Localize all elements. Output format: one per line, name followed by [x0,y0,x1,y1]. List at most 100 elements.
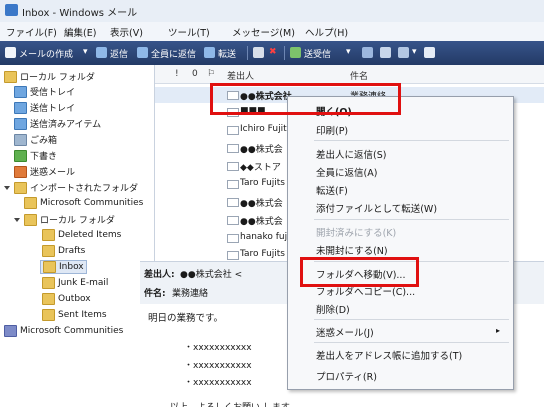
menu-properties[interactable]: プロパティ(R) [316,369,377,383]
folder-label: 送信済みアイテム [30,120,102,130]
flag-column-header[interactable]: ⚐ [207,69,215,79]
reply-button[interactable]: 返信 [110,47,128,60]
tree-inbox-imported[interactable]: Inbox [40,260,87,274]
communities-icon [4,325,17,337]
tree-inbox[interactable]: 受信トレイ [14,85,75,98]
envelope-icon [227,216,239,225]
folder-label: 受信トレイ [30,88,76,98]
tree-drafts[interactable]: 下書き [14,149,57,162]
envelope-icon [227,180,239,189]
menu-file[interactable]: ファイル(F) [6,25,57,39]
contacts-icon[interactable] [362,47,373,58]
tree-outbox[interactable]: 送信トレイ [14,101,75,114]
tree-microsoft-communities[interactable]: Microsoft Communities [4,325,123,337]
send-receive-dropdown[interactable]: ▾ [346,47,351,57]
menu-separator [314,342,509,343]
menu-help[interactable]: ヘルプ(H) [305,25,348,39]
sent-icon [14,117,27,130]
attachment-column-header[interactable]: 0 [192,69,198,79]
folder-icon [24,197,37,209]
tree-deleted-items[interactable]: Deleted Items [42,229,121,241]
folder-label: Deleted Items [58,230,122,240]
subject-column-header[interactable]: 件名 [350,69,368,82]
layout-icon[interactable] [424,47,435,58]
menu-message[interactable]: メッセージ(M) [232,25,295,39]
menu-reply-all[interactable]: 全員に返信(A) [316,165,377,179]
tree-drafts-imported[interactable]: Drafts [42,245,85,257]
menu-delete[interactable]: 削除(D) [316,302,350,316]
reply-all-icon [137,47,148,58]
folder-icon [42,245,55,257]
menu-tools[interactable]: ツール(T) [168,25,210,39]
context-menu: 開く(O) 印刷(P) 差出人に返信(S) 全員に返信(A) 転送(F) 添付フ… [287,96,514,390]
submenu-arrow-icon: ▸ [496,326,501,335]
toolbar-separator [284,46,285,60]
menu-reply-sender[interactable]: 差出人に返信(S) [316,147,386,161]
menu-junk-mail[interactable]: 迷惑メール(J) [316,325,374,339]
menu-mark-unread[interactable]: 未開封にする(N) [316,243,388,257]
find-dropdown[interactable]: ▾ [412,47,417,57]
toolbar: メールの作成 ▾ 返信 全員に返信 転送 ✖ 送受信 ▾ ▾ [0,41,544,65]
tree-trash[interactable]: ごみ箱 [14,133,57,146]
send-receive-button[interactable]: 送受信 [304,47,331,60]
forward-button[interactable]: 転送 [218,47,236,60]
from-column-header[interactable]: 差出人 [227,69,254,82]
find-icon[interactable] [398,47,409,58]
folder-label: Inbox [59,262,84,272]
highlight-box-selected-message [210,83,401,115]
body-line: 明日の業務です。 [148,313,224,324]
print-icon[interactable] [253,47,264,58]
menu-mark-read: 開封済みにする(K) [316,228,397,239]
delete-icon[interactable]: ✖ [269,47,277,57]
menu-add-sender-address-book[interactable]: 差出人をアドレス帳に追加する(T) [316,348,462,362]
folder-label: Sent Items [58,310,107,320]
tree-imported-folders[interactable]: インポートされたフォルダ [4,181,138,194]
menu-view[interactable]: 表示(V) [110,25,143,39]
mail-app-icon [5,4,18,16]
message-from: hanako fuj [240,232,288,242]
title-bar: Inbox - Windows メール [0,0,544,23]
reply-all-button[interactable]: 全員に返信 [151,47,196,60]
tree-local-folders[interactable]: ローカル フォルダ [4,70,95,83]
folder-icon [43,261,56,273]
envelope-icon [227,251,239,260]
envelope-icon [227,144,239,153]
message-from: Taro Fujits [240,178,285,188]
envelope-icon [227,162,239,171]
body-line: ・xxxxxxxxxxx [184,343,252,353]
menu-forward-attachment[interactable]: 添付ファイルとして転送(W) [316,201,437,215]
folder-label: Microsoft Communities [40,198,144,208]
menu-print[interactable]: 印刷(P) [316,123,348,137]
folder-label: Microsoft Communities [20,326,124,336]
tree-junk-email[interactable]: Junk E-mail [42,277,108,289]
expand-arrow-icon[interactable] [14,217,20,222]
menu-forward[interactable]: 転送(F) [316,183,348,197]
tree-sent-items-imported[interactable]: Sent Items [42,309,107,321]
tree-sent-items[interactable]: 送信済みアイテム [14,117,101,130]
menu-edit[interactable]: 編集(E) [64,25,96,39]
tree-junk[interactable]: 迷惑メール [14,165,75,178]
tree-outbox-imported[interactable]: Outbox [42,293,91,305]
folder-label: ローカル フォルダ [20,73,95,83]
reply-icon [96,47,107,58]
tree-imported-local[interactable]: ローカル フォルダ [14,213,115,226]
menu-separator [314,219,509,220]
trash-icon [14,133,27,146]
preview-from-label: 差出人: [144,270,175,280]
preview-subject-label: 件名: [144,289,166,299]
expand-arrow-icon[interactable] [4,185,10,190]
calendar-icon[interactable] [380,47,391,58]
priority-column-header[interactable]: ! [175,69,179,79]
create-mail-button[interactable]: メールの作成 [19,47,73,60]
tree-imported-communities[interactable]: Microsoft Communities [24,197,143,209]
folder-label: ごみ箱 [30,136,58,146]
create-mail-dropdown[interactable]: ▾ [83,47,88,57]
menu-separator [314,319,509,320]
folder-label: 下書き [30,152,58,162]
send-receive-icon [290,47,301,58]
window-title: Inbox - Windows メール [22,8,138,19]
message-from: ●●株式会 [240,199,283,209]
toolbar-separator [247,46,248,60]
drafts-icon [14,149,27,162]
junk-icon [14,165,27,178]
